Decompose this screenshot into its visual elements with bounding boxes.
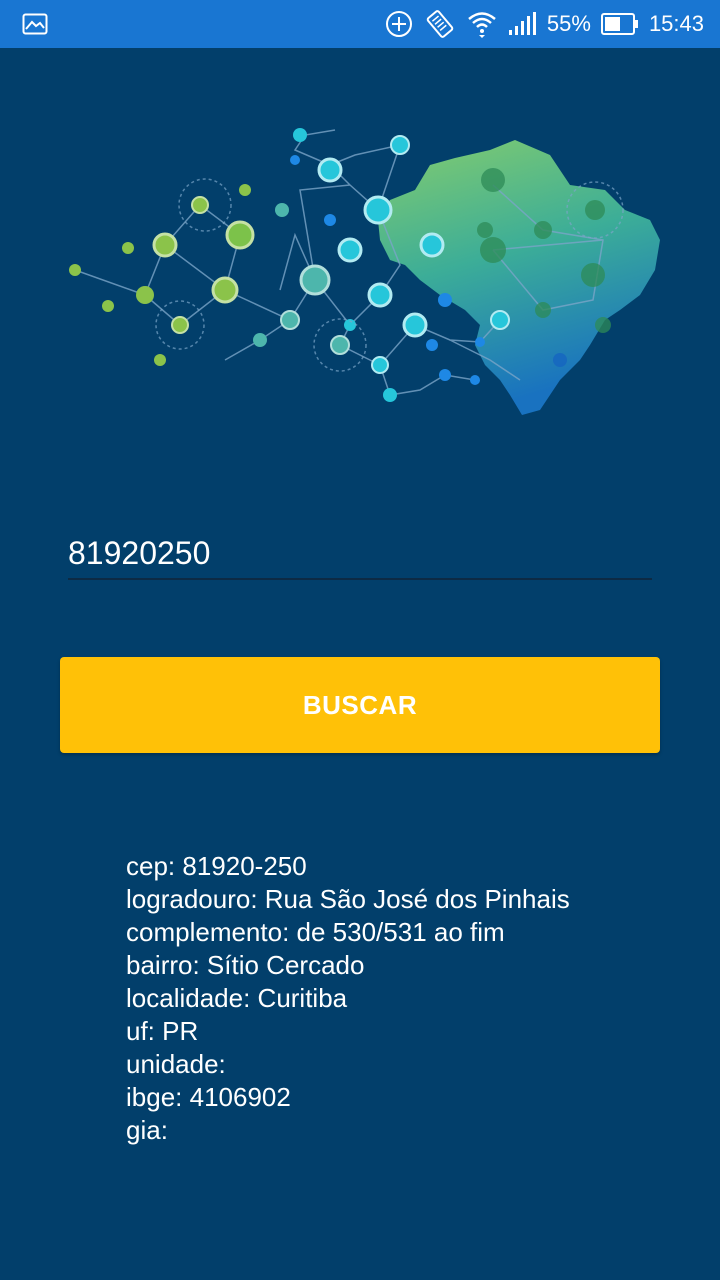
result-uf: uf: PR <box>126 1016 199 1046</box>
brazil-map-shape <box>378 140 660 415</box>
wifi-icon <box>467 10 497 38</box>
result-gia: gia: <box>126 1115 168 1145</box>
clock: 15:43 <box>648 11 704 36</box>
auto-rotate-icon <box>423 9 457 39</box>
battery-icon <box>600 13 639 35</box>
cep-input[interactable] <box>68 528 652 580</box>
result-bairro: bairro: Sítio Cercado <box>126 950 365 980</box>
search-button[interactable]: BUSCAR <box>60 657 660 753</box>
result-logradouro: logradouro: Rua São José dos Pinhais <box>126 884 570 914</box>
status-bar: 55% 15:43 <box>0 0 720 48</box>
image-icon <box>22 13 48 35</box>
signal-icon <box>507 12 537 36</box>
address-result: cep: 81920-250 logradouro: Rua São José … <box>126 850 686 1147</box>
battery-percent: 55% <box>546 11 591 36</box>
network-map-graphic <box>69 128 660 415</box>
result-unidade: unidade: <box>126 1049 226 1079</box>
brazil-network-illustration <box>60 110 670 430</box>
data-saver-icon <box>385 10 413 38</box>
result-cep: cep: 81920-250 <box>126 851 307 881</box>
result-localidade: localidade: Curitiba <box>126 983 348 1013</box>
result-complemento: complemento: de 530/531 ao fim <box>126 917 505 947</box>
result-ibge: ibge: 4106902 <box>126 1082 291 1112</box>
